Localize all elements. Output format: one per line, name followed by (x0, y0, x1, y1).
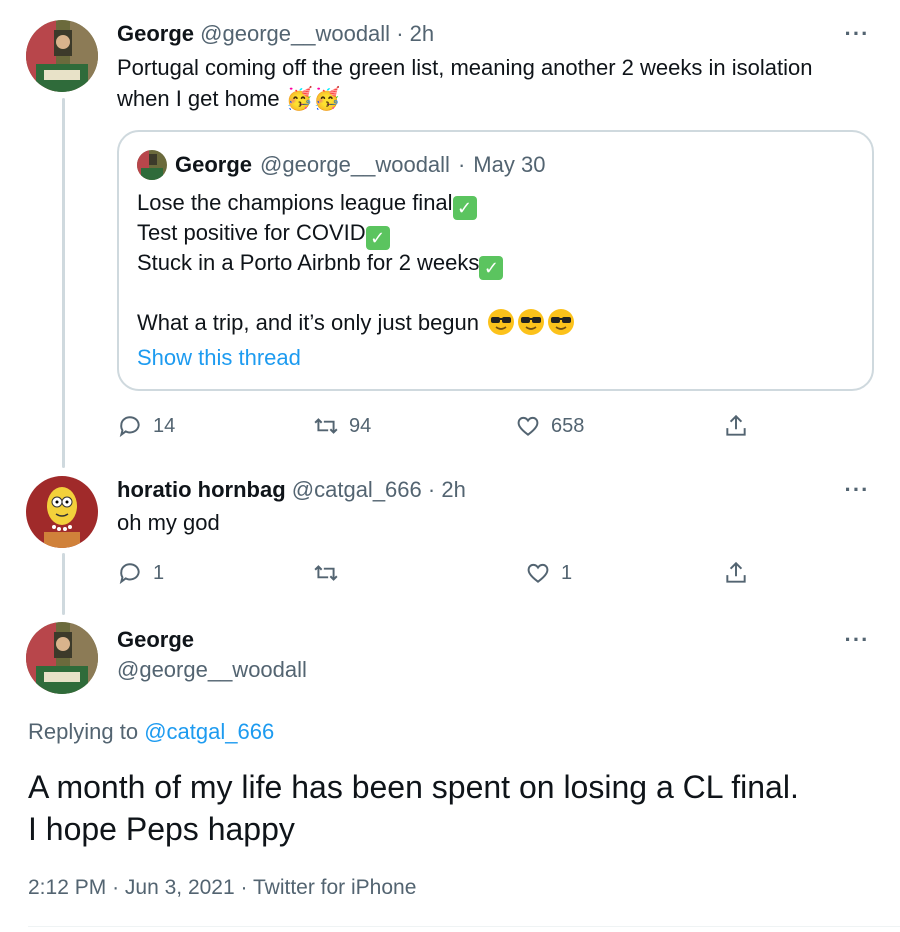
quoted-line: Lose the champions league final ✓ (137, 188, 575, 220)
share-icon (726, 561, 746, 583)
quoted-tweet-text: Lose the champions league final ✓ Test po… (137, 188, 575, 338)
reply-count: 1 (153, 561, 165, 584)
separator: · (112, 876, 120, 899)
quoted-line-text: Lose the champions league final (137, 190, 453, 215)
separator: · (427, 477, 436, 502)
tweet-date[interactable]: Jun 3, 2021 (125, 876, 235, 899)
more-options-icon[interactable]: ··· (842, 23, 872, 45)
sunglasses-emoji-icon (518, 309, 545, 335)
author-name[interactable]: George (117, 21, 194, 46)
quoted-tweet-card[interactable]: George @george__woodall · May 30 Lose th… (117, 130, 874, 391)
avatar[interactable] (26, 476, 98, 548)
heart-icon (527, 563, 549, 583)
separator: · (396, 21, 404, 46)
reply-icon (119, 416, 140, 438)
tweet-client[interactable]: Twitter for iPhone (253, 876, 416, 899)
party-emoji: 🥳🥳 (285, 86, 341, 111)
quoted-line: Test positive for COVID ✓ (137, 218, 575, 250)
reply-icon (119, 563, 140, 585)
like-count: 658 (551, 414, 585, 437)
replying-handle-link[interactable]: @catgal_666 (144, 719, 274, 744)
tweet-meta: 2:12 PM · Jun 3, 2021 · Twitter for iPho… (28, 874, 416, 902)
quoted-avatar (137, 150, 167, 180)
share-button[interactable] (723, 558, 749, 588)
replying-to: Replying to @catgal_666 (28, 718, 274, 746)
tweet-text-line: I hope Peps happy (28, 811, 295, 847)
reply-button[interactable]: 1 (117, 558, 164, 588)
sunglasses-emoji-icon (548, 309, 575, 335)
more-options-icon[interactable]: ··· (842, 629, 872, 651)
retweet-icon (314, 565, 338, 581)
thread-connector-line (62, 98, 65, 468)
retweet-button[interactable] (313, 558, 349, 588)
quoted-author-handle: @george__woodall (260, 152, 450, 177)
tweet-header: horatio hornbag @catgal_666 · 2h (117, 476, 466, 504)
like-button[interactable]: 658 (515, 411, 584, 441)
tweet-header: George @george__woodall · 2h (117, 20, 434, 48)
quoted-line: Stuck in a Porto Airbnb for 2 weeks ✓ (137, 248, 575, 280)
tweet-time[interactable]: 2:12 PM (28, 876, 106, 899)
retweet-icon (314, 418, 338, 434)
tweet-text: oh my god (117, 510, 220, 535)
separator: · (240, 876, 248, 899)
divider (28, 926, 900, 927)
check-mark-icon: ✓ (452, 196, 477, 220)
check-mark-icon: ✓ (365, 226, 390, 250)
reply-count: 14 (153, 414, 176, 437)
sunglasses-emoji-icon (488, 309, 515, 335)
show-thread-link[interactable]: Show this thread (137, 344, 301, 372)
like-count: 1 (561, 561, 573, 584)
avatar[interactable] (26, 622, 98, 694)
more-options-icon[interactable]: ··· (842, 479, 872, 501)
retweet-button[interactable]: 94 (313, 411, 371, 441)
author-handle[interactable]: @george__woodall (117, 656, 307, 684)
tweet-text: A month of my life has been spent on los… (28, 766, 888, 850)
quoted-line-text: Test positive for COVID (137, 220, 366, 245)
replying-prefix: Replying to (28, 719, 139, 744)
reply-button[interactable]: 14 (117, 411, 175, 441)
share-button[interactable] (723, 411, 749, 441)
retweet-count: 94 (349, 414, 372, 437)
heart-icon (517, 416, 539, 436)
tweet-text-line: when I get home 🥳🥳 (117, 83, 857, 114)
share-icon (726, 414, 746, 436)
quoted-line-text: What a trip, and it’s only just begun (137, 310, 480, 335)
tweet-text-line: Portugal coming off the green list, mean… (117, 55, 813, 80)
quoted-author-name: George (175, 152, 253, 177)
tweet-time[interactable]: 2h (410, 21, 434, 46)
tweet-text: Portugal coming off the green list, mean… (117, 52, 857, 114)
tweet-actions: 14 94 658 (117, 411, 767, 441)
author-handle[interactable]: @catgal_666 (292, 477, 422, 502)
quoted-tweet-header: George @george__woodall · May 30 (137, 150, 545, 180)
separator: · (457, 152, 466, 177)
thread-connector-line (62, 553, 65, 615)
tweet-header: George @george__woodall (117, 626, 307, 684)
quoted-line-text: Stuck in a Porto Airbnb for 2 weeks (137, 250, 480, 275)
tweet-time[interactable]: 2h (441, 477, 465, 502)
check-mark-icon: ✓ (479, 256, 504, 280)
tweet-text-line: A month of my life has been spent on los… (28, 769, 799, 805)
quoted-line: What a trip, and it’s only just begun (137, 308, 575, 338)
author-handle[interactable]: @george__woodall (200, 21, 390, 46)
like-button[interactable]: 1 (525, 558, 572, 588)
quoted-date: May 30 (473, 152, 546, 177)
author-name[interactable]: horatio hornbag (117, 477, 286, 502)
tweet-actions: 1 1 (117, 558, 767, 588)
tweet-text-span: when I get home (117, 86, 280, 111)
author-name[interactable]: George (117, 626, 307, 654)
avatar[interactable] (26, 20, 98, 92)
